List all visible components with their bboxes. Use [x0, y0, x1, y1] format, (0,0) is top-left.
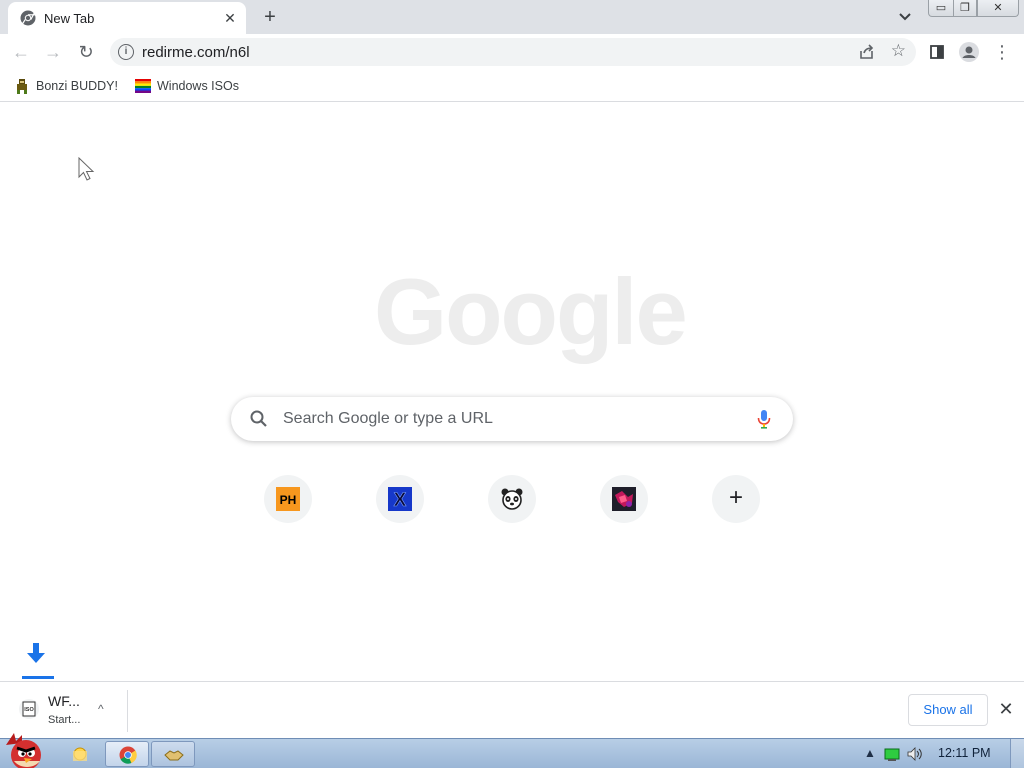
close-shelf-icon[interactable]: ✕ [996, 699, 1016, 719]
image-icon [612, 487, 636, 511]
download-indicator[interactable] [22, 641, 54, 681]
google-logo: Google [374, 259, 688, 364]
taskbar-clock[interactable]: 12:11 PM [938, 746, 991, 760]
bookmarks-bar: Bonzi BUDDY! Windows ISOs [0, 70, 1024, 102]
show-all-button[interactable]: Show all [908, 694, 988, 726]
volume-icon[interactable] [906, 746, 922, 762]
share-icon[interactable] [858, 43, 876, 61]
network-icon[interactable] [884, 746, 900, 762]
tab-new-tab[interactable]: New Tab ✕ [8, 2, 246, 34]
ntp-search-box[interactable]: Search Google or type a URL [231, 397, 793, 441]
mouse-cursor-icon [78, 157, 95, 181]
shortcut-circle [600, 475, 648, 523]
new-tab-button[interactable]: + [258, 5, 282, 29]
bookmark-bonzi-buddy[interactable]: Bonzi BUDDY! [14, 76, 118, 96]
chevron-up-icon[interactable]: ^ [98, 702, 104, 716]
show-desktop-button[interactable] [1010, 739, 1024, 768]
bookmark-star-icon[interactable]: ☆ [891, 41, 906, 61]
tray-chevron-icon[interactable]: ▲ [862, 746, 878, 762]
forward-button[interactable]: → [41, 40, 65, 64]
add-shortcut-tile[interactable]: + [680, 475, 792, 559]
bookmark-windows-isos[interactable]: Windows ISOs [135, 76, 239, 96]
download-item[interactable]: ISO WF... Start... ^ [10, 690, 128, 732]
chrome-color-icon [119, 746, 137, 764]
shortcut-icon-text: PH [280, 493, 297, 507]
minimize-button[interactable]: ▭ [928, 0, 954, 17]
back-button[interactable]: ← [9, 40, 33, 64]
bear-icon [501, 488, 523, 510]
shortcut-circle: PH [264, 475, 312, 523]
side-panel-icon[interactable] [925, 40, 949, 64]
shortcut-tile[interactable] [568, 475, 680, 559]
shortcut-tile[interactable] [456, 475, 568, 559]
menu-icon[interactable]: ⋮ [990, 40, 1014, 64]
chrome-icon [20, 10, 36, 26]
download-status: Start... [48, 714, 81, 726]
reload-button[interactable]: ↻ [74, 40, 98, 64]
tab-close-icon[interactable]: ✕ [222, 10, 238, 26]
taskbar-chrome-button[interactable] [105, 741, 149, 767]
address-bar[interactable]: i redirme.com/n6l ☆ [110, 38, 916, 66]
screen: New Tab ✕ + ▭ ❐ ✕ ← → ↻ i redirme.com/n6… [0, 0, 1024, 768]
tab-strip: New Tab ✕ + ▭ ❐ ✕ [0, 0, 1024, 34]
rainbow-flag-icon [135, 79, 151, 93]
search-icon [250, 410, 267, 427]
url-text[interactable]: redirme.com/n6l [142, 44, 250, 61]
iso-file-icon: ISO [19, 699, 39, 719]
maximize-button[interactable]: ❐ [953, 0, 977, 17]
shortcut-icon-text: X [394, 490, 407, 511]
bookmark-label: Bonzi BUDDY! [36, 79, 118, 93]
shortcut-circle [488, 475, 536, 523]
start-button-angry-bird-icon[interactable] [2, 731, 50, 768]
handshake-icon [164, 750, 184, 761]
shortcut-tile[interactable]: PH [232, 475, 344, 559]
shortcut-circle: X [376, 475, 424, 523]
folder-sun-icon[interactable] [70, 745, 90, 763]
shortcut-circle: + [712, 475, 760, 523]
search-placeholder[interactable]: Search Google or type a URL [283, 410, 493, 428]
ph-icon: PH [276, 487, 300, 511]
tab-search-chevron-icon[interactable] [893, 6, 917, 28]
microphone-icon[interactable] [757, 409, 771, 429]
download-filename: WF... [48, 693, 80, 709]
plus-icon: + [728, 484, 743, 511]
tab-title: New Tab [44, 11, 95, 26]
new-tab-page: Google Search Google or type a URL PH X … [0, 103, 1024, 681]
taskbar: ▲ 12:11 PM [0, 733, 1024, 768]
bookmark-label: Windows ISOs [157, 79, 239, 93]
taskbar-app-button[interactable] [151, 741, 195, 767]
close-window-button[interactable]: ✕ [977, 0, 1019, 17]
x-icon: X [388, 487, 412, 511]
download-progress-bar [22, 676, 54, 679]
site-info-icon[interactable]: i [118, 44, 134, 60]
toolbar: ← → ↻ i redirme.com/n6l ☆ ⋮ [0, 34, 1024, 70]
download-shelf: ISO WF... Start... ^ Show all ✕ [0, 681, 1024, 738]
download-arrow-icon [27, 643, 45, 663]
shortcut-tile[interactable]: X [344, 475, 456, 559]
profile-avatar-icon[interactable] [957, 40, 981, 64]
svg-text:ISO: ISO [24, 707, 34, 713]
bonzi-icon [17, 79, 27, 94]
